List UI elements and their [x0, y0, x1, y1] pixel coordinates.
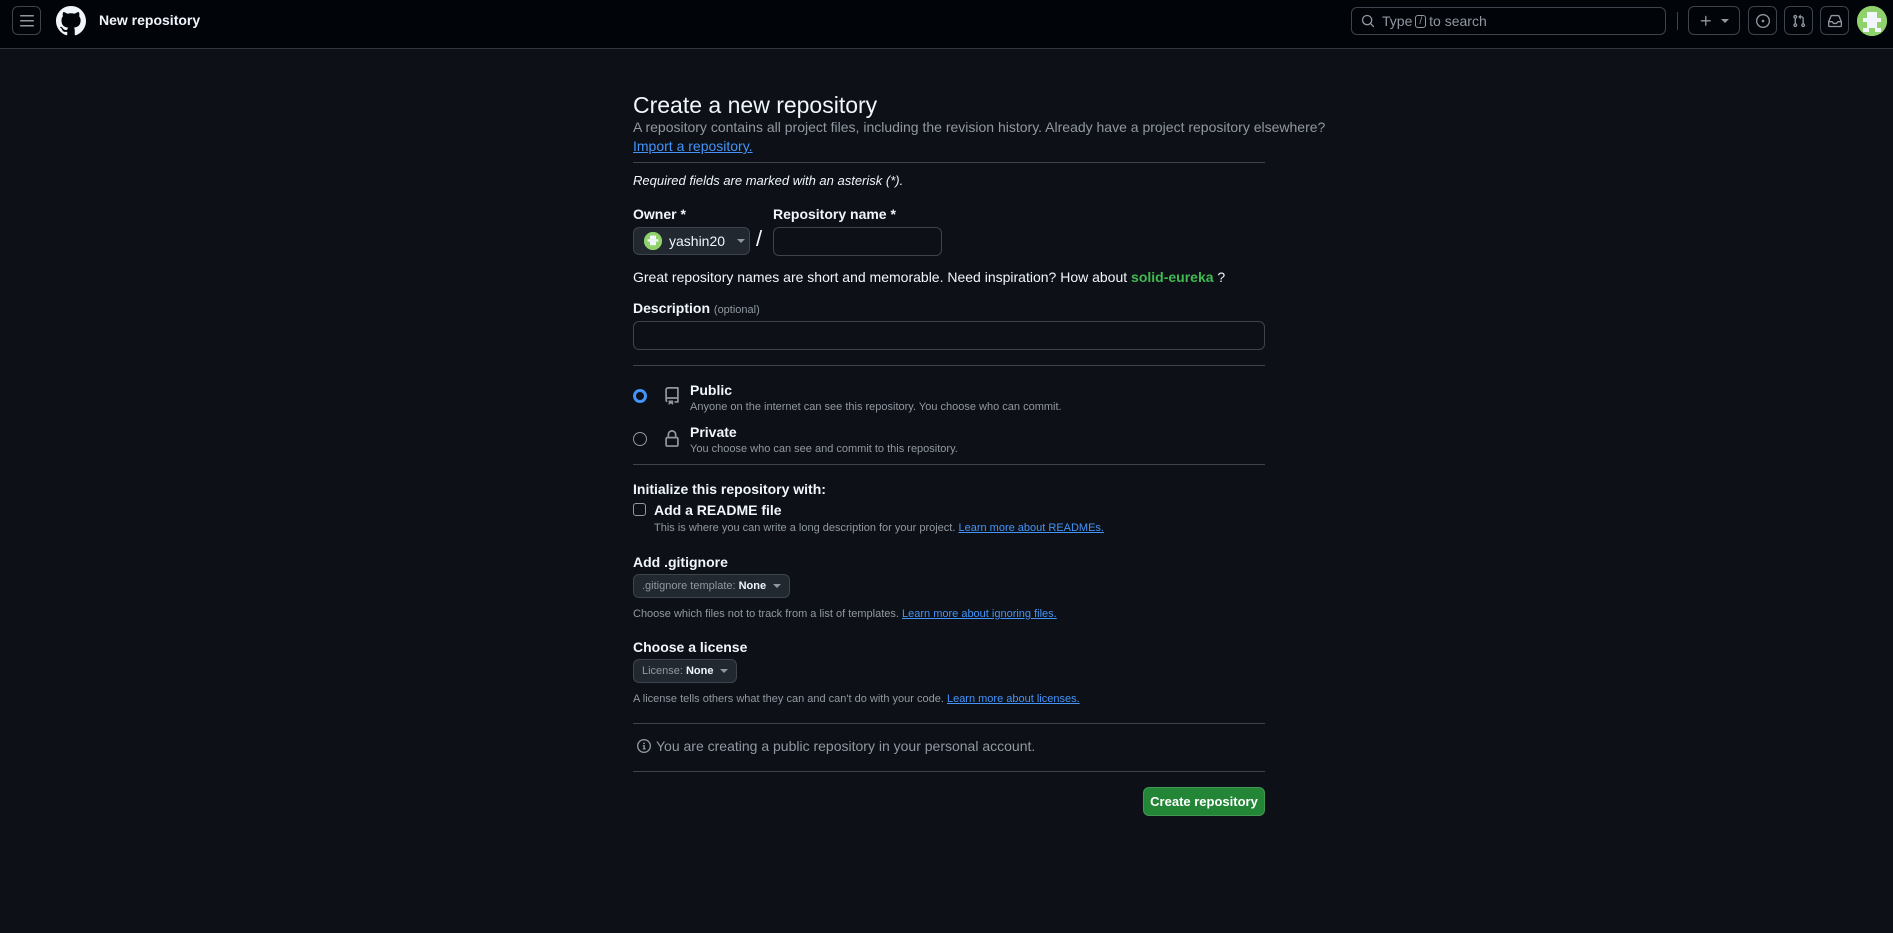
visibility-info-text: You are creating a public repository in … — [656, 738, 1036, 754]
repository-name-label: Repository name * — [773, 206, 896, 222]
private-option-title: Private — [690, 424, 737, 440]
description-label: Description (optional) — [633, 300, 760, 316]
gitignore-template-dropdown[interactable]: .gitignore template: None — [633, 574, 791, 598]
license-learn-more-link[interactable]: Learn more about licenses. — [947, 693, 1080, 705]
license-select-prefix: License: — [642, 665, 683, 677]
create-new-button[interactable] — [1688, 6, 1740, 35]
readme-desc-text: This is where you can write a long descr… — [654, 522, 956, 534]
owner-dropdown[interactable]: yashin20 — [633, 227, 750, 255]
import-repository-link[interactable]: Import a repository. — [633, 138, 753, 154]
public-option-title: Public — [690, 382, 733, 398]
public-option-description: Anyone on the internet can see this repo… — [690, 401, 1062, 413]
readme-description: This is where you can write a long descr… — [654, 522, 1104, 534]
readme-label: Add a README file — [654, 502, 782, 518]
readme-checkbox[interactable] — [633, 503, 646, 516]
page-subtitle: A repository contains all project files,… — [633, 119, 1326, 135]
inbox-button[interactable] — [1820, 6, 1849, 35]
hint-suffix: ? — [1217, 269, 1226, 285]
divider — [633, 464, 1265, 465]
private-radio[interactable] — [633, 432, 647, 446]
gitignore-select-value: None — [738, 580, 767, 592]
menu-icon — [19, 14, 34, 26]
owner-value: yashin20 — [669, 233, 726, 249]
hint-text: Great repository names are short and mem… — [633, 269, 1128, 285]
chevron-down-icon — [1721, 18, 1729, 23]
description-input[interactable] — [633, 321, 1265, 350]
inbox-icon — [1827, 14, 1842, 27]
info-icon — [637, 739, 651, 753]
description-optional-text: (optional) — [713, 304, 760, 316]
gitignore-desc-text: Choose which files not to track from a l… — [633, 608, 899, 620]
gitignore-label: Add .gitignore — [633, 554, 728, 570]
visibility-info: You are creating a public repository in … — [637, 738, 1035, 754]
license-label: Choose a license — [633, 639, 748, 655]
create-repository-button[interactable]: Create repository — [1143, 787, 1265, 816]
public-radio[interactable] — [633, 389, 647, 403]
license-dropdown[interactable]: License: None — [633, 659, 738, 683]
readme-learn-more-link[interactable]: Learn more about READMEs. — [958, 522, 1104, 534]
search-shortcut-key: / — [1415, 14, 1427, 28]
repository-name-hint: Great repository names are short and mem… — [633, 269, 1225, 285]
search-placeholder-suffix: to search — [1429, 13, 1487, 29]
repository-name-input[interactable] — [773, 227, 942, 256]
divider — [633, 162, 1265, 163]
page-context-title: New repository — [99, 12, 201, 28]
name-suggestion[interactable]: solid-eureka — [1131, 269, 1213, 285]
pull-requests-button[interactable] — [1784, 6, 1813, 35]
divider — [633, 771, 1265, 772]
license-select-value: None — [685, 665, 714, 677]
pull-requests-icon — [1792, 14, 1805, 27]
description-label-text: Description — [633, 300, 711, 316]
gitignore-description: Choose which files not to track from a l… — [633, 608, 1057, 620]
gitignore-learn-more-link[interactable]: Learn more about ignoring files. — [902, 608, 1057, 620]
menu-button[interactable] — [12, 6, 41, 35]
plus-icon — [1700, 15, 1711, 26]
private-option-description: You choose who can see and commit to thi… — [690, 443, 958, 455]
issues-button[interactable] — [1748, 6, 1777, 35]
issues-icon — [1755, 13, 1770, 28]
license-desc-text: A license tells others what they can and… — [633, 693, 944, 705]
page-title: Create a new repository — [633, 92, 878, 118]
github-logo-icon[interactable] — [55, 6, 86, 36]
divider — [633, 723, 1265, 724]
owner-repo-separator: / — [756, 226, 763, 251]
repo-icon — [665, 387, 679, 405]
avatar[interactable] — [1857, 6, 1887, 36]
divider — [633, 365, 1265, 366]
chevron-down-icon — [773, 584, 782, 588]
required-fields-note: Required fields are marked with an aster… — [633, 173, 904, 188]
search-placeholder-prefix: Type — [1382, 13, 1413, 29]
license-description: A license tells others what they can and… — [633, 693, 1080, 705]
owner-avatar — [644, 232, 662, 250]
search-icon — [1361, 14, 1375, 28]
initialize-label: Initialize this repository with: — [633, 481, 826, 497]
owner-label: Owner * — [633, 206, 686, 222]
chevron-down-icon — [737, 239, 746, 243]
gitignore-select-prefix: .gitignore template: — [642, 580, 736, 592]
search-input[interactable]: Type / to search — [1351, 7, 1666, 35]
chevron-down-icon — [720, 669, 729, 673]
header-divider — [1677, 12, 1678, 30]
global-header: New repository Type / to search — [0, 0, 1893, 49]
lock-icon — [665, 430, 679, 447]
